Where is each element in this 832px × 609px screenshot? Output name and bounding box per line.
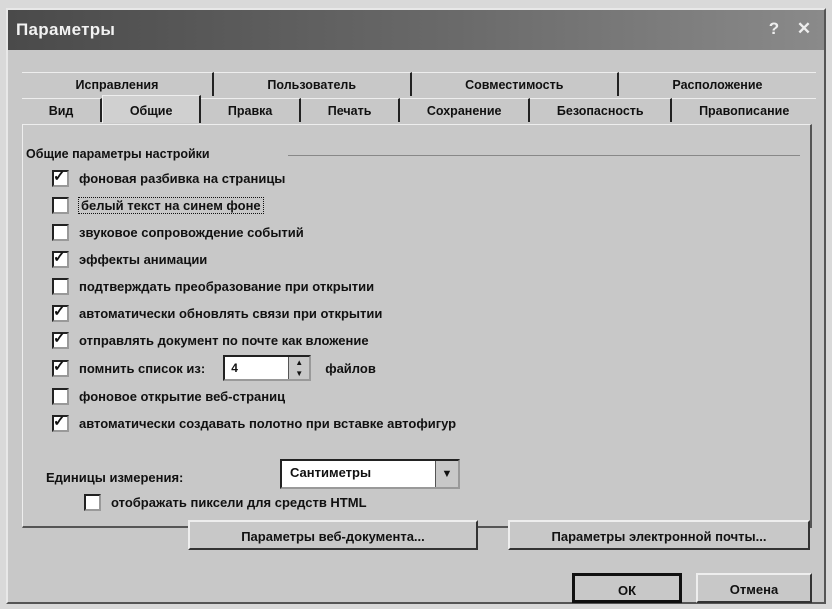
tab-row-front: Вид Общие Правка Печать Сохранение Безоп… bbox=[22, 95, 816, 123]
option-sound-feedback[interactable]: звуковое сопровождение событий bbox=[52, 222, 304, 242]
cancel-button[interactable]: Отмена bbox=[696, 573, 812, 603]
chevron-down-icon[interactable]: ▼ bbox=[435, 461, 458, 487]
option-label: звуковое сопровождение событий bbox=[79, 224, 304, 240]
option-mail-attachment[interactable]: ✓ отправлять документ по почте как вложе… bbox=[52, 330, 369, 350]
option-white-on-blue[interactable]: белый текст на синем фоне bbox=[52, 195, 264, 215]
units-value: Сантиметры bbox=[290, 465, 372, 480]
option-label: белый текст на синем фоне bbox=[78, 196, 264, 214]
group-title: Общие параметры настройки bbox=[26, 147, 216, 161]
option-background-pagination[interactable]: ✓ фоновая разбивка на страницы bbox=[52, 168, 285, 188]
option-label: подтверждать преобразование при открытии bbox=[79, 278, 375, 294]
option-label: эффекты анимации bbox=[79, 251, 208, 267]
option-label: отображать пиксели для средств HTML bbox=[111, 494, 367, 510]
checkmark-icon: ✓ bbox=[53, 357, 66, 375]
recent-files-spinner[interactable]: 4 ▲ ▼ bbox=[223, 355, 312, 381]
option-show-pixels[interactable]: отображать пиксели для средств HTML bbox=[84, 492, 367, 512]
tab-save[interactable]: Сохранение bbox=[400, 98, 531, 122]
help-icon[interactable]: ? bbox=[762, 18, 786, 40]
checkmark-icon: ✓ bbox=[53, 248, 66, 266]
tab-user[interactable]: Пользователь bbox=[213, 72, 412, 96]
web-options-button[interactable]: Параметры веб-документа... bbox=[188, 520, 478, 550]
checkbox[interactable]: ✓ bbox=[52, 248, 69, 268]
checkbox[interactable] bbox=[52, 223, 69, 241]
ok-button[interactable]: ОК bbox=[572, 573, 682, 603]
email-options-button[interactable]: Параметры электронной почты... bbox=[508, 520, 810, 550]
tab-spelling[interactable]: Правописание bbox=[672, 98, 816, 122]
units-label: Единицы измерения: bbox=[46, 470, 184, 485]
option-update-links[interactable]: ✓ автоматически обновлять связи при откр… bbox=[52, 303, 382, 323]
tab-general[interactable]: Общие bbox=[102, 95, 202, 123]
spinner-arrows-icon[interactable]: ▲ ▼ bbox=[288, 357, 310, 379]
checkbox[interactable] bbox=[52, 277, 69, 295]
checkmark-icon: ✓ bbox=[53, 412, 66, 430]
group-divider bbox=[288, 155, 800, 156]
option-label: автоматически обновлять связи при открыт… bbox=[79, 305, 383, 321]
tab-row-back: Исправления Пользователь Совместимость Р… bbox=[22, 72, 816, 96]
checkbox[interactable]: ✓ bbox=[52, 329, 69, 349]
checkbox[interactable]: ✓ bbox=[52, 357, 69, 377]
tab-corrections[interactable]: Исправления bbox=[22, 72, 214, 96]
dialog-title: Параметры bbox=[16, 20, 116, 39]
title-bar: Параметры ? ✕ bbox=[8, 10, 824, 50]
checkmark-icon: ✓ bbox=[53, 329, 66, 347]
checkmark-icon: ✓ bbox=[53, 302, 66, 320]
checkbox[interactable] bbox=[52, 387, 69, 405]
checkmark-icon: ✓ bbox=[53, 167, 66, 185]
option-label: фоновая разбивка на страницы bbox=[79, 170, 286, 186]
spinner-value[interactable]: 4 bbox=[225, 361, 238, 375]
option-label: отправлять документ по почте как вложени… bbox=[79, 332, 369, 348]
tab-security[interactable]: Безопасность bbox=[530, 98, 673, 122]
options-dialog: Параметры ? ✕ Исправления Пользователь С… bbox=[6, 8, 826, 604]
checkbox[interactable] bbox=[52, 196, 69, 214]
option-confirm-conversion[interactable]: подтверждать преобразование при открытии bbox=[52, 276, 374, 296]
option-label: автоматически создавать полотно при вста… bbox=[79, 415, 457, 431]
option-label: помнить список из: bbox=[79, 360, 206, 376]
option-label: фоновое открытие веб-страниц bbox=[79, 388, 286, 404]
option-background-web-open[interactable]: фоновое открытие веб-страниц bbox=[52, 386, 285, 406]
tab-location[interactable]: Расположение bbox=[618, 72, 816, 96]
checkbox[interactable] bbox=[84, 493, 101, 511]
checkbox[interactable]: ✓ bbox=[52, 302, 69, 322]
tab-print[interactable]: Печать bbox=[301, 98, 401, 122]
tab-view[interactable]: Вид bbox=[22, 98, 103, 122]
units-select[interactable]: Сантиметры ▼ bbox=[280, 459, 460, 489]
files-suffix: файлов bbox=[325, 360, 376, 376]
tab-edit[interactable]: Правка bbox=[201, 98, 302, 122]
option-recent-files[interactable]: ✓ помнить список из: 4 ▲ ▼ файлов bbox=[52, 355, 376, 381]
option-animation[interactable]: ✓ эффекты анимации bbox=[52, 249, 207, 269]
tab-compatibility[interactable]: Совместимость bbox=[411, 72, 619, 96]
option-auto-canvas[interactable]: ✓ автоматически создавать полотно при вс… bbox=[52, 413, 456, 433]
close-icon[interactable]: ✕ bbox=[792, 18, 816, 40]
checkbox[interactable]: ✓ bbox=[52, 167, 69, 187]
checkbox[interactable]: ✓ bbox=[52, 412, 69, 432]
